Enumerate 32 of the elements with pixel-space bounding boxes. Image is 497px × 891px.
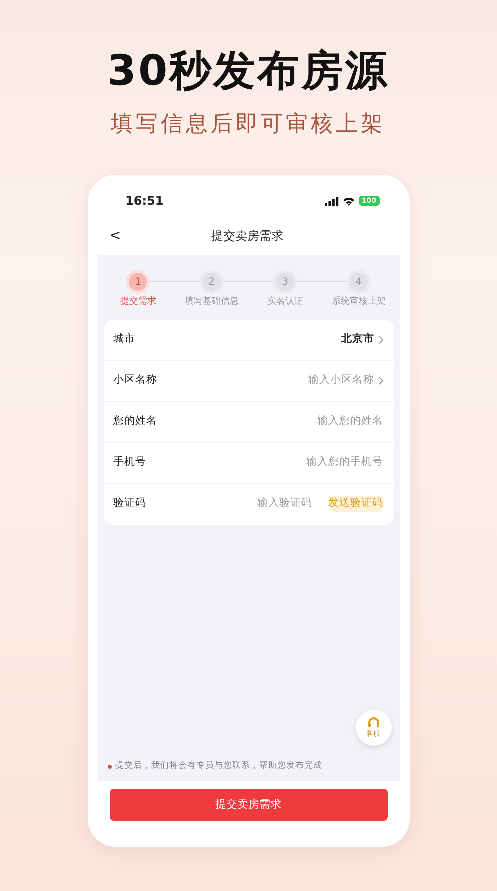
select-field[interactable]: 输入小区名称 <box>308 372 384 389</box>
step-label: 填写基础信息 <box>184 296 239 310</box>
page-title: 提交卖房需求 <box>210 228 284 246</box>
chevron-icon <box>378 336 384 344</box>
input-field[interactable]: 输入您的姓名 <box>318 414 384 430</box>
back-button[interactable]: < <box>110 229 122 244</box>
wifi-icon <box>342 196 355 206</box>
note-text: 提交后，我们将会有专员与您联系，帮助您发布完成 <box>116 760 322 774</box>
step-label: 系统审核上架 <box>332 296 386 310</box>
field-label: 您的姓名 <box>114 414 158 429</box>
step-label: 实名认证 <box>267 296 304 310</box>
step-circle: 4 <box>350 273 368 292</box>
step-circle: 1 <box>129 273 148 292</box>
select-field[interactable]: 北京市 <box>342 332 384 348</box>
headset-icon <box>366 717 380 730</box>
step-label: 提交需求 <box>120 296 156 310</box>
subheadline: 填写信息后即可审核上架 <box>110 111 387 140</box>
field-label: 城市 <box>114 332 136 347</box>
field-label: 小区名称 <box>114 372 158 388</box>
field-label: 验证码 <box>114 496 146 512</box>
required-dot-icon <box>108 764 112 769</box>
input-field[interactable]: 输入验证码 <box>258 496 312 512</box>
input-field[interactable]: 输入您的手机号 <box>306 454 384 471</box>
signal-icon <box>324 196 339 206</box>
field-label: 手机号 <box>114 454 146 470</box>
chevron-icon <box>378 376 384 385</box>
submit-button[interactable]: 提交卖房需求 <box>110 789 388 822</box>
step-circle: 2 <box>202 273 221 292</box>
headline: 30秒发布房源 <box>106 45 391 94</box>
step-circle: 3 <box>276 273 294 292</box>
send-code-button[interactable]: 发送验证码 <box>328 496 384 512</box>
time: 16:51 <box>126 193 164 210</box>
